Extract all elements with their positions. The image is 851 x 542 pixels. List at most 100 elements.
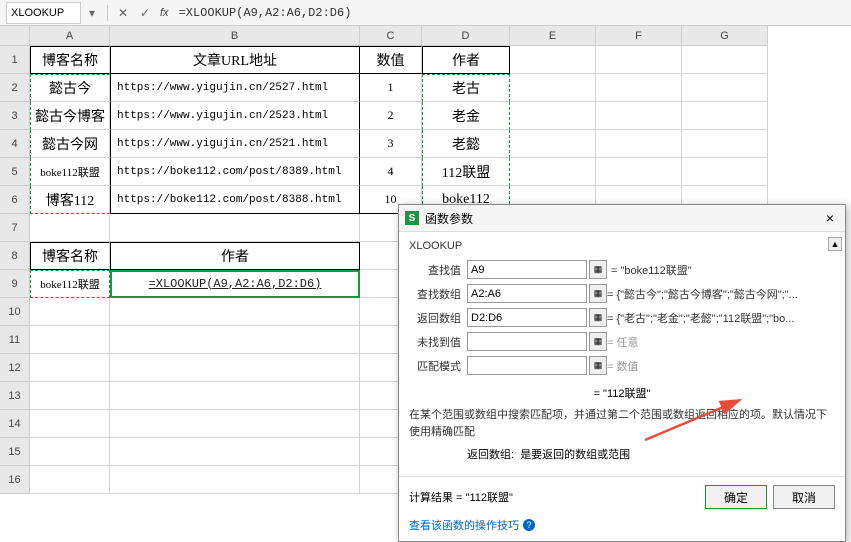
param-input-lookup-value[interactable]: [467, 260, 587, 279]
cell[interactable]: [30, 466, 110, 494]
cell[interactable]: [596, 130, 682, 158]
cell[interactable]: 懿古今: [30, 74, 110, 102]
cell[interactable]: 博客112: [30, 186, 110, 214]
cell[interactable]: [596, 102, 682, 130]
row-header[interactable]: 15: [0, 438, 30, 466]
col-header-g[interactable]: G: [682, 26, 768, 46]
row-header[interactable]: 14: [0, 410, 30, 438]
cell[interactable]: 数值: [360, 46, 422, 74]
cell[interactable]: [682, 74, 768, 102]
col-header-c[interactable]: C: [360, 26, 422, 46]
cell[interactable]: https://www.yigujin.cn/2527.html: [110, 74, 360, 102]
cell[interactable]: [510, 74, 596, 102]
row-header[interactable]: 10: [0, 298, 30, 326]
range-picker-icon[interactable]: ▦: [589, 284, 607, 303]
param-input-lookup-array[interactable]: [467, 284, 587, 303]
row-header[interactable]: 9: [0, 270, 30, 298]
param-input-return-array[interactable]: [467, 308, 587, 327]
cell[interactable]: [682, 102, 768, 130]
cell[interactable]: [30, 214, 110, 242]
cell[interactable]: [682, 130, 768, 158]
row-header[interactable]: 13: [0, 382, 30, 410]
cell[interactable]: boke112联盟: [30, 158, 110, 186]
ok-button[interactable]: 确定: [705, 485, 767, 509]
cell[interactable]: [110, 326, 360, 354]
cell[interactable]: [30, 326, 110, 354]
fx-label[interactable]: fx: [160, 7, 169, 19]
cell[interactable]: [510, 158, 596, 186]
cell[interactable]: https://www.yigujin.cn/2523.html: [110, 102, 360, 130]
row-header[interactable]: 8: [0, 242, 30, 270]
row-header[interactable]: 2: [0, 74, 30, 102]
cell[interactable]: [510, 102, 596, 130]
cancel-button[interactable]: 取消: [773, 485, 835, 509]
select-all-corner[interactable]: [0, 26, 30, 46]
cell[interactable]: 文章URL地址: [110, 46, 360, 74]
cell[interactable]: 3: [360, 130, 422, 158]
cell[interactable]: boke112联盟: [30, 270, 110, 298]
close-icon[interactable]: ×: [821, 209, 839, 227]
cell[interactable]: 懿古今博客: [30, 102, 110, 130]
range-picker-icon[interactable]: ▦: [589, 308, 607, 327]
cell[interactable]: [682, 158, 768, 186]
cell[interactable]: [30, 382, 110, 410]
cell[interactable]: 2: [360, 102, 422, 130]
row-header[interactable]: 12: [0, 354, 30, 382]
range-picker-icon[interactable]: ▦: [589, 332, 607, 351]
formula-input[interactable]: =XLOOKUP(A9,A2:A6,D2:D6): [173, 4, 851, 22]
cell[interactable]: [596, 74, 682, 102]
cell[interactable]: [110, 466, 360, 494]
cell[interactable]: 作者: [110, 242, 360, 270]
cell[interactable]: [510, 46, 596, 74]
cancel-formula-icon[interactable]: ✕: [114, 4, 132, 22]
cell-active[interactable]: =XLOOKUP(A9,A2:A6,D2:D6): [110, 270, 360, 298]
cell[interactable]: https://www.yigujin.cn/2521.html: [110, 130, 360, 158]
col-header-f[interactable]: F: [596, 26, 682, 46]
cell[interactable]: 博客名称: [30, 242, 110, 270]
scroll-up-icon[interactable]: ▲: [828, 237, 842, 251]
cell[interactable]: https://boke112.com/post/8389.html: [110, 158, 360, 186]
name-box[interactable]: XLOOKUP: [6, 2, 81, 24]
param-input-match-mode[interactable]: [467, 356, 587, 375]
range-picker-icon[interactable]: ▦: [589, 356, 607, 375]
cell[interactable]: [30, 410, 110, 438]
cell[interactable]: 博客名称: [30, 46, 110, 74]
cell[interactable]: 老古: [422, 74, 510, 102]
cell[interactable]: [110, 438, 360, 466]
row-header[interactable]: 16: [0, 466, 30, 494]
cell[interactable]: [30, 438, 110, 466]
cell[interactable]: [510, 130, 596, 158]
cell[interactable]: [110, 354, 360, 382]
cell[interactable]: 老金: [422, 102, 510, 130]
cell[interactable]: 老懿: [422, 130, 510, 158]
cell[interactable]: [682, 46, 768, 74]
cell[interactable]: [596, 158, 682, 186]
cell[interactable]: 1: [360, 74, 422, 102]
cell[interactable]: [30, 354, 110, 382]
cell[interactable]: [110, 298, 360, 326]
range-picker-icon[interactable]: ▦: [589, 260, 607, 279]
name-box-dropdown[interactable]: ▾: [83, 4, 101, 22]
row-header[interactable]: 4: [0, 130, 30, 158]
cell[interactable]: [30, 298, 110, 326]
cell[interactable]: 作者: [422, 46, 510, 74]
dialog-titlebar[interactable]: S 函数参数 ×: [399, 205, 845, 232]
col-header-a[interactable]: A: [30, 26, 110, 46]
cell[interactable]: 懿古今网: [30, 130, 110, 158]
row-header[interactable]: 1: [0, 46, 30, 74]
row-header[interactable]: 11: [0, 326, 30, 354]
col-header-d[interactable]: D: [422, 26, 510, 46]
col-header-b[interactable]: B: [110, 26, 360, 46]
row-header[interactable]: 3: [0, 102, 30, 130]
accept-formula-icon[interactable]: ✓: [136, 4, 154, 22]
cell[interactable]: 4: [360, 158, 422, 186]
row-header[interactable]: 7: [0, 214, 30, 242]
row-header[interactable]: 5: [0, 158, 30, 186]
col-header-e[interactable]: E: [510, 26, 596, 46]
cell[interactable]: 112联盟: [422, 158, 510, 186]
cell[interactable]: [110, 382, 360, 410]
help-link[interactable]: 查看该函数的操作技巧 ?: [399, 517, 845, 541]
cell[interactable]: [110, 214, 360, 242]
cell[interactable]: https://boke112.com/post/8388.html: [110, 186, 360, 214]
row-header[interactable]: 6: [0, 186, 30, 214]
